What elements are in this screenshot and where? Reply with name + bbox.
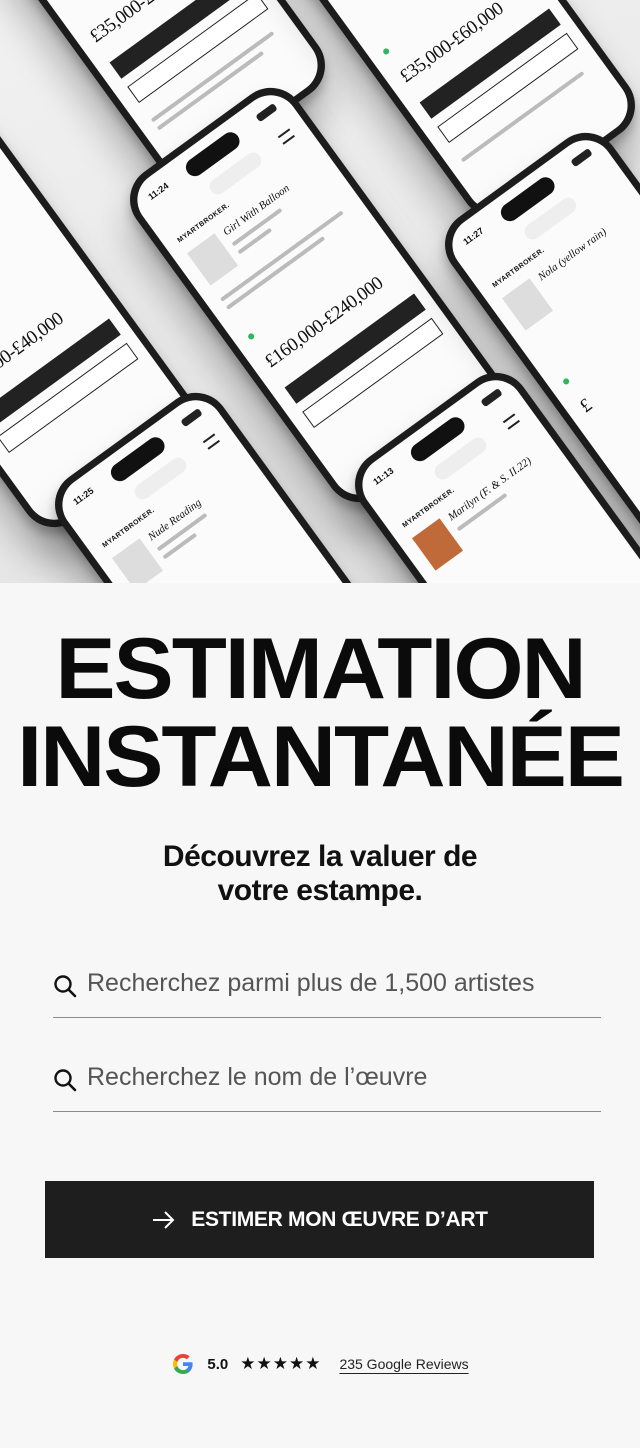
google-logo-icon [173,1354,193,1374]
subtitle-line-1: Découvrez la valuer de [162,840,478,873]
cta-label: ESTIMER MON ŒUVRE D’ART [191,1207,488,1231]
estimate-artwork-button[interactable]: ESTIMER MON ŒUVRE D’ART [45,1181,594,1258]
search-icon [54,1069,77,1092]
rating-score: 5.0 [207,1355,229,1373]
google-reviews-link[interactable]: 235 Google Reviews [339,1356,468,1372]
google-reviews: 5.0 ★★★★★ 235 Google Reviews [0,1347,640,1381]
artwork-search-input[interactable] [87,1056,587,1098]
title-line-2: INSTANTANÉE [17,709,625,805]
hero-image: £35,000-£50,000 £35,000-£60,000 £30,000-… [0,0,640,583]
artist-search-input[interactable] [87,962,587,1004]
search-icon [54,975,77,998]
artwork-search-field[interactable] [53,1044,601,1112]
star-rating-icon: ★★★★★ [240,1354,322,1373]
artist-search-field[interactable] [53,950,601,1018]
subtitle-line-2: votre estampe. [217,874,423,907]
title-line-1: ESTIMATION [55,621,586,717]
page-title: ESTIMATION INSTANTANÉE [0,625,640,801]
subtitle: Découvrez la valuer de votre estampe. [0,840,640,908]
arrow-right-icon [153,1210,175,1229]
